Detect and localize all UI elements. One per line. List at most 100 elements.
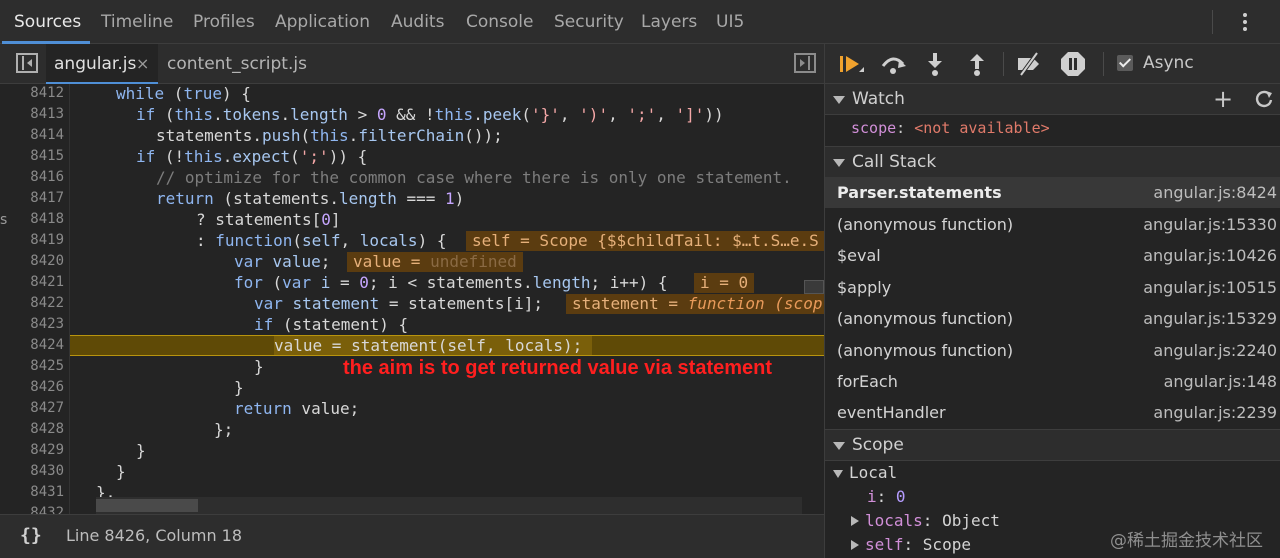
call-stack-section-header[interactable]: Call Stack <box>825 146 1280 178</box>
more-options-icon[interactable] <box>1232 8 1258 36</box>
call-frame[interactable]: forEach angular.js:148 <box>825 366 1280 397</box>
scope-var-key: i <box>867 487 877 506</box>
code-line-8417: return (statements.length === 1) <box>156 189 465 208</box>
code-editor[interactable]: 8412 8413 8414 8415 8416 8417 8418 8419 … <box>0 84 824 514</box>
scope-var-key: locals <box>865 511 923 530</box>
inline-value-statement: statement = function (scop <box>566 294 824 314</box>
tab-sources[interactable]: Sources <box>14 0 81 44</box>
scope-var-key: self <box>865 535 904 554</box>
line-number[interactable]: 8420 <box>0 251 64 272</box>
pause-on-exceptions-icon[interactable] <box>1059 50 1087 78</box>
scope-variable[interactable]: i: 0 <box>867 486 906 508</box>
scope-section-header[interactable]: Scope <box>825 429 1280 461</box>
file-tab-content-script[interactable]: content_script.js <box>167 44 307 84</box>
tab-ui5[interactable]: UI5 <box>716 0 744 44</box>
frame-location[interactable]: angular.js:10426 <box>1143 240 1277 271</box>
line-number[interactable]: 8414 <box>0 125 64 146</box>
line-number[interactable]: 8418 <box>0 209 64 230</box>
expand-triangle-icon[interactable] <box>851 540 859 550</box>
call-frame[interactable]: eventHandler angular.js:2239 <box>825 397 1280 428</box>
code-line-8415: if (!this.expect(';')) { <box>136 147 368 166</box>
frame-function: (anonymous function) <box>837 341 1014 360</box>
resume-icon[interactable] <box>837 50 865 78</box>
frame-location[interactable]: angular.js:8424 <box>1153 177 1277 208</box>
call-frame[interactable]: (anonymous function) angular.js:2240 <box>825 335 1280 366</box>
tab-profiles[interactable]: Profiles <box>193 0 255 44</box>
frame-location[interactable]: angular.js:15330 <box>1143 209 1277 240</box>
step-out-icon[interactable] <box>963 50 991 78</box>
line-number[interactable]: 8413 <box>0 104 64 125</box>
call-frame[interactable]: $eval angular.js:10426 <box>825 240 1280 271</box>
horizontal-scrollbar[interactable] <box>96 497 802 514</box>
add-watch-icon[interactable]: + <box>1213 86 1233 112</box>
scope-variable[interactable]: self: Scope <box>851 534 971 556</box>
frame-location[interactable]: angular.js:148 <box>1164 366 1277 397</box>
tab-timeline[interactable]: Timeline <box>101 0 173 44</box>
scope-var-value: Object <box>942 511 1000 530</box>
toggle-navigator-icon[interactable] <box>16 53 38 73</box>
tab-application[interactable]: Application <box>275 0 370 44</box>
toggle-debugger-icon[interactable] <box>794 53 816 73</box>
call-frame[interactable]: $apply angular.js:10515 <box>825 272 1280 303</box>
line-number[interactable]: 8426 <box>0 377 64 398</box>
call-frame[interactable]: (anonymous function) angular.js:15330 <box>825 209 1280 240</box>
watch-expression[interactable]: scope: <not available> <box>851 118 1050 138</box>
tab-security[interactable]: Security <box>554 0 624 44</box>
frame-function: Parser.statements <box>837 183 1002 202</box>
frame-location[interactable]: angular.js:2240 <box>1153 335 1277 366</box>
scope-local-group[interactable]: Local <box>833 462 897 484</box>
line-number[interactable]: 8416 <box>0 167 64 188</box>
scope-title: Scope <box>852 435 904 455</box>
vertical-scroll-thumb[interactable] <box>804 280 824 294</box>
line-number[interactable]: 8417 <box>0 188 64 209</box>
frame-location[interactable]: angular.js:2239 <box>1153 397 1277 428</box>
code-line-8416: // optimize for the common case where th… <box>156 168 792 187</box>
pretty-print-icon[interactable]: {} <box>20 515 42 557</box>
code-line-8419: : function(self, locals) { <box>196 231 447 250</box>
line-number[interactable]: 8431 <box>0 482 64 503</box>
async-checkbox[interactable] <box>1117 55 1133 71</box>
code-line-8420: var value; <box>234 252 331 271</box>
line-number-current[interactable]: 8424 <box>0 335 64 356</box>
toolbar-divider <box>1103 52 1104 76</box>
debugger-sidebar: Async Watch + scope: <not available> Cal… <box>824 44 1280 558</box>
scope-local-label: Local <box>849 463 898 482</box>
refresh-icon[interactable] <box>1255 90 1273 108</box>
line-number[interactable]: 8421 <box>0 272 64 293</box>
scope-variable[interactable]: locals: Object <box>851 510 1000 532</box>
line-number[interactable]: 8432 <box>0 503 64 514</box>
frame-location[interactable]: angular.js:15329 <box>1143 303 1277 334</box>
horizontal-scroll-thumb[interactable] <box>96 499 198 512</box>
step-into-icon[interactable] <box>921 50 949 78</box>
line-number[interactable]: 8428 <box>0 419 64 440</box>
line-gutter: 8412 8413 8414 8415 8416 8417 8418 8419 … <box>0 84 70 514</box>
code-line-8430: } <box>116 462 126 481</box>
deactivate-breakpoints-icon[interactable] <box>1015 50 1043 78</box>
line-number[interactable]: 8415 <box>0 146 64 167</box>
close-icon[interactable]: × <box>136 44 149 84</box>
line-number[interactable]: 8430 <box>0 461 64 482</box>
line-number[interactable]: 8422 <box>0 293 64 314</box>
line-number[interactable]: 8429 <box>0 440 64 461</box>
call-frame[interactable]: (anonymous function) angular.js:15329 <box>825 303 1280 334</box>
file-tab-label: angular.js <box>54 54 137 74</box>
inline-value-undefined: undefined <box>430 252 517 271</box>
watch-section-header[interactable]: Watch + <box>825 83 1280 115</box>
tab-audits[interactable]: Audits <box>391 0 444 44</box>
line-number[interactable]: 8419 <box>0 230 64 251</box>
step-over-icon[interactable] <box>879 50 907 78</box>
line-number[interactable]: 8423 <box>0 314 64 335</box>
cursor-position: Line 8426, Column 18 <box>66 526 243 545</box>
annotation-text: the aim is to get returned value via sta… <box>343 357 773 379</box>
call-frame[interactable]: Parser.statements angular.js:8424 <box>825 177 1280 208</box>
tab-console[interactable]: Console <box>466 0 534 44</box>
expand-triangle-icon[interactable] <box>851 516 859 526</box>
line-number[interactable]: 8425 <box>0 356 64 377</box>
frame-function: eventHandler <box>837 403 946 422</box>
collapse-triangle-icon <box>833 442 845 450</box>
frame-location[interactable]: angular.js:10515 <box>1143 272 1277 303</box>
line-number[interactable]: 8427 <box>0 398 64 419</box>
line-number[interactable]: 8412 <box>0 84 64 104</box>
file-tab-angular[interactable]: angular.js × <box>46 44 158 84</box>
tab-layers[interactable]: Layers <box>641 0 697 44</box>
